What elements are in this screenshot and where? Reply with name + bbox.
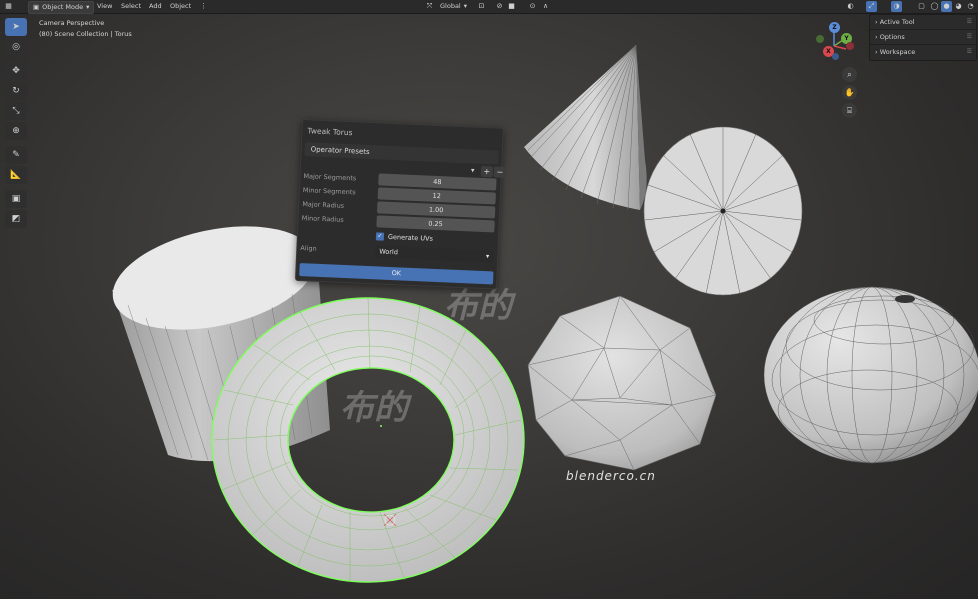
tool-sidebar: › Active Tool ☰ › Options ☰ › Workspace … [869,14,977,61]
camera-view-icon[interactable]: ⌸ [842,103,857,118]
chevron-down-icon: ▾ [86,3,90,11]
chevron-right-icon: › [875,48,878,56]
chevron-right-icon: › [875,33,878,41]
gizmo-neg-y[interactable] [816,35,824,43]
xray-icon[interactable]: ▢ [916,1,927,12]
gizmo-z-axis[interactable]: Z [829,22,840,33]
transform-tool-icon[interactable]: ⊕ [5,122,27,140]
sidebar-item-workspace[interactable]: › Workspace ☰ [870,45,976,59]
operator-presets-header[interactable]: Operator Presets [304,142,499,165]
mode-label: Object Mode [42,3,84,11]
generate-uvs-checkbox[interactable]: ✓ [375,232,385,241]
scale-tool-icon[interactable]: ⤡ [5,102,27,120]
cone-mesh[interactable] [524,44,647,211]
sidebar-item-label: Active Tool [879,18,915,26]
gizmo-toggle-icon[interactable]: ⤢ [866,1,877,12]
sidebar-item-label: Options [879,33,905,41]
falloff-icon[interactable]: ∧ [540,1,551,12]
uv-sphere-mesh[interactable] [763,286,978,464]
mode-dropdown[interactable]: ▣ Object Mode ▾ [28,1,95,14]
mode-icon: ▣ [33,3,40,11]
shading-material-icon[interactable]: ◕ [953,1,964,12]
shading-solid-icon[interactable]: ● [941,1,952,12]
minor-radius-label: Minor Radius [301,214,344,224]
viewport-header: ▦ ▣ Object Mode ▾ View Select Add Object… [0,0,978,14]
orientation-label: Global [440,2,461,10]
align-value: World [379,247,399,257]
shading-rendered-icon[interactable]: ◔ [965,1,976,12]
remove-preset-button[interactable]: − [493,166,507,178]
panel-title: Tweak Torus [307,126,353,138]
chevron-down-icon: ▾ [485,252,490,261]
presets-dropdown-icon[interactable]: ▾ [471,166,475,174]
snap-target-icon[interactable]: ■ [506,1,517,12]
gizmo-neg-x[interactable] [846,42,854,50]
gizmo-neg-z[interactable] [832,53,839,60]
cursor-tool-icon[interactable]: ◎ [5,38,27,56]
transform-orientation-icon[interactable]: ⤧ [424,1,435,12]
menu-view[interactable]: View [93,1,116,12]
pivot-icon[interactable]: ⊡ [476,1,487,12]
rotate-tool-icon[interactable]: ↻ [5,82,27,100]
major-radius-label: Major Radius [302,200,345,210]
sidebar-item-active-tool[interactable]: › Active Tool ☰ [870,15,976,30]
annotate-tool-icon[interactable]: ✎ [5,146,27,164]
extras-icon[interactable]: ⋮ [198,1,209,12]
add-preset-button[interactable]: + [480,165,494,178]
measure-tool-icon[interactable]: 📐 [5,166,27,184]
sidebar-item-label: Workspace [879,48,916,56]
ok-button[interactable]: OK [299,263,494,285]
major-segments-label: Major Segments [303,172,357,183]
collection-info: (80) Scene Collection | Torus [39,30,132,38]
torus-mesh-selected[interactable] [211,297,525,583]
operator-presets-label: Operator Presets [310,145,370,156]
menu-add[interactable]: Add [145,1,166,12]
navigation-gizmo[interactable]: Z Y X [812,20,862,60]
align-label: Align [300,244,317,253]
generate-uvs-label: Generate UVs [387,232,434,243]
ico-sphere-mesh[interactable] [527,295,717,471]
drag-grip-icon[interactable]: ☰ [967,45,972,59]
chevron-right-icon: › [875,18,878,26]
watermark-cn-2: 布的 [340,388,408,428]
menu-object[interactable]: Object [166,1,195,12]
transform-orientation-dropdown[interactable]: Global ▾ [436,1,471,12]
proportional-edit-icon[interactable]: ⊙ [527,1,538,12]
shading-wireframe-icon[interactable]: ◯ [929,1,940,12]
visibility-icon[interactable]: ◐ [845,1,856,12]
minor-segments-label: Minor Segments [302,186,356,197]
menu-select[interactable]: Select [117,1,145,12]
editor-type-icon[interactable]: ▦ [3,1,14,12]
tool-shelf: ➤ ◎ ✥ ↻ ⤡ ⊕ ✎ 📐 ▣ ◩ [5,18,27,228]
move-tool-icon[interactable]: ✥ [5,62,27,80]
add-cube-tool-icon[interactable]: ▣ [5,190,27,208]
add-object-tool-icon[interactable]: ◩ [5,210,27,228]
drag-grip-icon[interactable]: ☰ [967,15,972,29]
3d-viewport[interactable]: blenderco.cn blenderco.cn 布的 布的 Camera P… [0,0,978,599]
chevron-down-icon: ▾ [463,2,468,10]
drag-grip-icon[interactable]: ☰ [967,30,972,44]
sidebar-item-options[interactable]: › Options ☰ [870,30,976,45]
select-box-tool-icon[interactable]: ➤ [5,18,27,36]
watermark-site-bottom: blenderco.cn [566,469,656,483]
zoom-icon[interactable]: ⌕ [842,67,857,82]
adjust-last-operation-panel[interactable]: Tweak Torus Operator Presets ▾ + − Major… [294,119,507,290]
circle-disc-mesh[interactable] [643,126,803,296]
view-name: Camera Perspective [39,19,105,27]
pan-hand-icon[interactable]: ✋ [842,85,857,100]
snap-icon[interactable]: ⊘ [494,1,505,12]
overlay-toggle-icon[interactable]: ◑ [891,1,902,12]
